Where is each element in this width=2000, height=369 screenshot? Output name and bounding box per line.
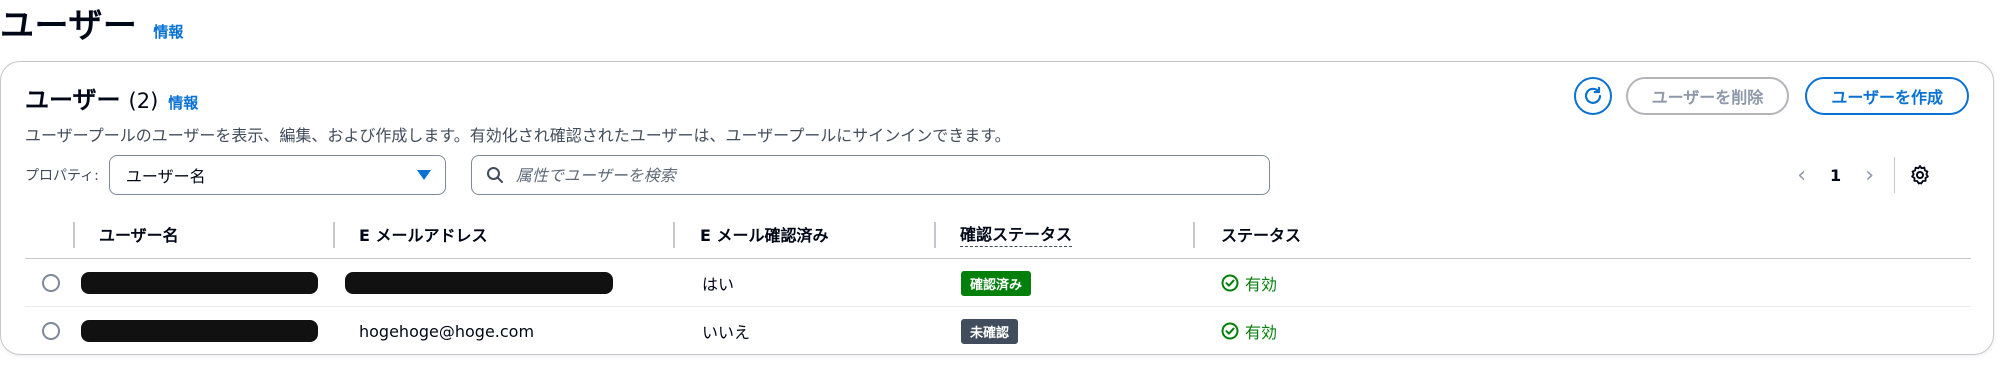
- search-box[interactable]: [470, 155, 1270, 195]
- check-circle-icon: [1221, 274, 1239, 292]
- column-separator[interactable]: [73, 222, 75, 248]
- check-circle-icon: [1221, 322, 1239, 340]
- search-input[interactable]: [513, 164, 1214, 186]
- table-row[interactable]: はい 確認済み 有効: [25, 259, 1971, 307]
- pager-divider: [1894, 157, 1895, 193]
- panel-actions: ユーザーを削除 ユーザーを作成: [1573, 77, 1969, 115]
- column-separator[interactable]: [1193, 222, 1195, 248]
- status-badge: 未確認: [961, 318, 1019, 344]
- delete-user-button[interactable]: ユーザーを削除: [1625, 77, 1790, 115]
- previous-page-icon[interactable]: ‹: [1787, 163, 1816, 188]
- row-select-radio[interactable]: [42, 307, 60, 355]
- property-select[interactable]: ユーザー名: [108, 155, 446, 195]
- email-cell: hogehoge@hoge.com: [359, 321, 535, 341]
- refresh-button[interactable]: [1573, 77, 1612, 115]
- confirmation-status-label[interactable]: 確認ステータス: [960, 221, 1073, 247]
- column-separator[interactable]: [673, 222, 675, 248]
- radio-button[interactable]: [42, 322, 60, 340]
- status-cell: 有効: [1221, 259, 1277, 307]
- page-title: ユーザー: [0, 6, 138, 46]
- column-header-username[interactable]: ユーザー名: [99, 209, 179, 259]
- property-select-value: ユーザー名: [125, 167, 206, 186]
- column-header-status[interactable]: ステータス: [1221, 209, 1301, 259]
- refresh-icon: [1584, 86, 1601, 104]
- table-header: ユーザー名 E メールアドレス E メール確認済み 確認ステータス ステータス: [25, 209, 1971, 259]
- column-header-email-verified[interactable]: E メール確認済み: [700, 209, 829, 259]
- property-label: プロパティ:: [25, 168, 99, 184]
- email-verified-cell: いいえ: [702, 323, 751, 342]
- search-icon: [486, 167, 503, 183]
- user-count: (2): [128, 89, 159, 113]
- confirmation-status-cell: 確認済み: [961, 259, 1032, 307]
- next-page-icon[interactable]: ›: [1855, 163, 1884, 188]
- column-separator[interactable]: [934, 222, 936, 248]
- current-page[interactable]: 1: [1816, 166, 1855, 185]
- username-cell[interactable]: [81, 259, 318, 307]
- status-badge: 確認済み: [961, 270, 1032, 296]
- panel-header: ユーザー (2) 情報: [25, 80, 198, 115]
- email-verified-cell: はい: [702, 275, 735, 294]
- email-cell: [345, 259, 613, 307]
- status-indicator: 有効: [1221, 319, 1277, 343]
- gear-icon[interactable]: [1909, 164, 1931, 186]
- row-select-radio[interactable]: [42, 259, 60, 307]
- redacted-email: [345, 272, 613, 294]
- panel-info-link[interactable]: 情報: [168, 92, 198, 113]
- users-panel: ユーザー (2) 情報 ユーザープールのユーザーを表示、編集、および作成します。…: [0, 61, 1994, 355]
- redacted-username: [81, 320, 318, 342]
- create-user-button[interactable]: ユーザーを作成: [1805, 77, 1969, 115]
- caret-down-icon: [416, 170, 431, 180]
- panel-description: ユーザープールのユーザーを表示、編集、および作成します。有効化され確認されたユー…: [25, 126, 1011, 145]
- status-indicator: 有効: [1221, 271, 1277, 295]
- page-header: ユーザー 情報: [0, 0, 183, 56]
- status-text: 有効: [1245, 275, 1278, 294]
- username-cell[interactable]: [81, 307, 318, 355]
- pagination: ‹ 1 ›: [1787, 155, 1931, 195]
- table-row[interactable]: hogehoge@hoge.com いいえ 未確認 有効: [25, 307, 1971, 355]
- column-header-confirmation-status[interactable]: 確認ステータス: [960, 209, 1073, 259]
- confirmation-status-cell: 未確認: [961, 307, 1019, 355]
- radio-button[interactable]: [42, 274, 60, 292]
- status-text: 有効: [1245, 323, 1278, 342]
- page-info-link[interactable]: 情報: [153, 21, 183, 42]
- filter-row: プロパティ: ユーザー名 ‹ 1 ›: [25, 155, 1971, 195]
- column-header-email[interactable]: E メールアドレス: [359, 209, 488, 259]
- redacted-username: [81, 272, 318, 294]
- status-cell: 有効: [1221, 307, 1277, 355]
- users-table: ユーザー名 E メールアドレス E メール確認済み 確認ステータス ステータス …: [25, 209, 1971, 355]
- panel-title: ユーザー: [25, 86, 121, 114]
- column-separator[interactable]: [333, 222, 335, 248]
